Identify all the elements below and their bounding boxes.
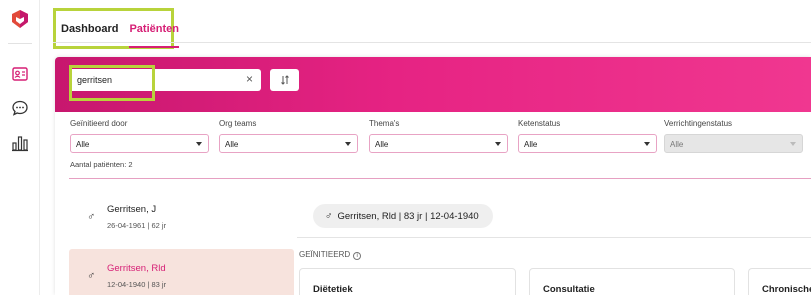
patient-list-item-selected[interactable]: ♂ Gerritsen, Rld 12-04-1940 | 83 jr	[69, 249, 294, 295]
patients-panel: × Geïnitieerd door Alle Org teams Alle T…	[55, 57, 811, 295]
caret-down-icon	[196, 142, 202, 146]
sort-button[interactable]	[270, 69, 299, 91]
filter-select-themas[interactable]: Alle	[369, 134, 508, 153]
patient-card-icon[interactable]	[11, 65, 29, 83]
filters-divider	[69, 178, 811, 179]
section-heading-initiated: GEÏNITIEERD i	[299, 250, 362, 260]
filter-value: Alle	[225, 140, 239, 149]
app-logo-icon[interactable]	[11, 9, 29, 29]
detail-divider	[297, 237, 811, 238]
tab-dashboard[interactable]: Dashboard	[61, 23, 118, 35]
filter-select-verrichtingenstatus[interactable]: Alle	[664, 134, 803, 153]
chat-icon[interactable]	[11, 99, 29, 117]
patient-meta: 26-04-1961 | 62 jr	[107, 221, 167, 230]
caret-down-icon	[495, 142, 501, 146]
patient-count: Aantal patiënten: 2	[70, 160, 133, 169]
patient-list-item[interactable]: ♂ Gerritsen, J 26-04-1961 | 62 jr	[69, 190, 294, 242]
filter-value: Alle	[524, 140, 538, 149]
search-input[interactable]	[77, 75, 237, 85]
filter-value: Alle	[670, 140, 684, 149]
patient-meta: 12-04-1940 | 83 jr	[107, 280, 167, 289]
tile-chronische-zorg[interactable]: Chronische z	[748, 268, 811, 295]
caret-down-icon	[790, 142, 796, 146]
caret-down-icon	[644, 142, 650, 146]
tile-dietetiek[interactable]: Diëtetiek	[299, 268, 516, 295]
filter-label-org-teams: Org teams	[219, 119, 257, 128]
section-heading-text: GEÏNITIEERD	[299, 250, 351, 259]
rail-divider	[8, 43, 32, 44]
filter-label-initiator: Geïnitieerd door	[70, 119, 128, 128]
filter-label-themas: Thema's	[369, 119, 400, 128]
male-icon: ♂	[87, 211, 96, 223]
caret-down-icon	[345, 142, 351, 146]
info-icon[interactable]: i	[353, 252, 362, 260]
search-field[interactable]: ×	[69, 69, 261, 91]
bar-chart-icon[interactable]	[11, 134, 29, 152]
filter-bar: Geïnitieerd door Alle Org teams Alle The…	[69, 112, 811, 178]
filter-select-initiator[interactable]: Alle	[70, 134, 209, 153]
patient-name: Gerritsen, J	[107, 204, 157, 215]
tile-label: Diëtetiek	[313, 284, 353, 295]
male-icon: ♂	[87, 270, 96, 282]
filter-label-ketenstatus: Ketenstatus	[518, 119, 561, 128]
male-icon: ♂	[325, 210, 333, 222]
tab-patienten[interactable]: Patiënten	[129, 23, 179, 48]
tile-consultatie[interactable]: Consultatie	[529, 268, 735, 295]
filter-value: Alle	[375, 140, 389, 149]
sort-icon	[280, 75, 289, 85]
filter-select-ketenstatus[interactable]: Alle	[518, 134, 657, 153]
patient-name: Gerritsen, Rld	[107, 263, 166, 274]
filter-value: Alle	[76, 140, 90, 149]
filter-label-verrichtingenstatus: Verrichtingenstatus	[664, 119, 733, 128]
filter-select-org-teams[interactable]: Alle	[219, 134, 358, 153]
side-rail	[0, 0, 40, 295]
tile-label: Consultatie	[543, 284, 595, 295]
selected-patient-chip: ♂ Gerritsen, Rld | 83 jr | 12-04-1940	[313, 204, 493, 228]
header-divider	[53, 42, 811, 43]
tile-label: Chronische z	[762, 284, 811, 295]
clear-search-icon[interactable]: ×	[246, 72, 253, 86]
selected-patient-summary: Gerritsen, Rld | 83 jr | 12-04-1940	[337, 210, 479, 222]
